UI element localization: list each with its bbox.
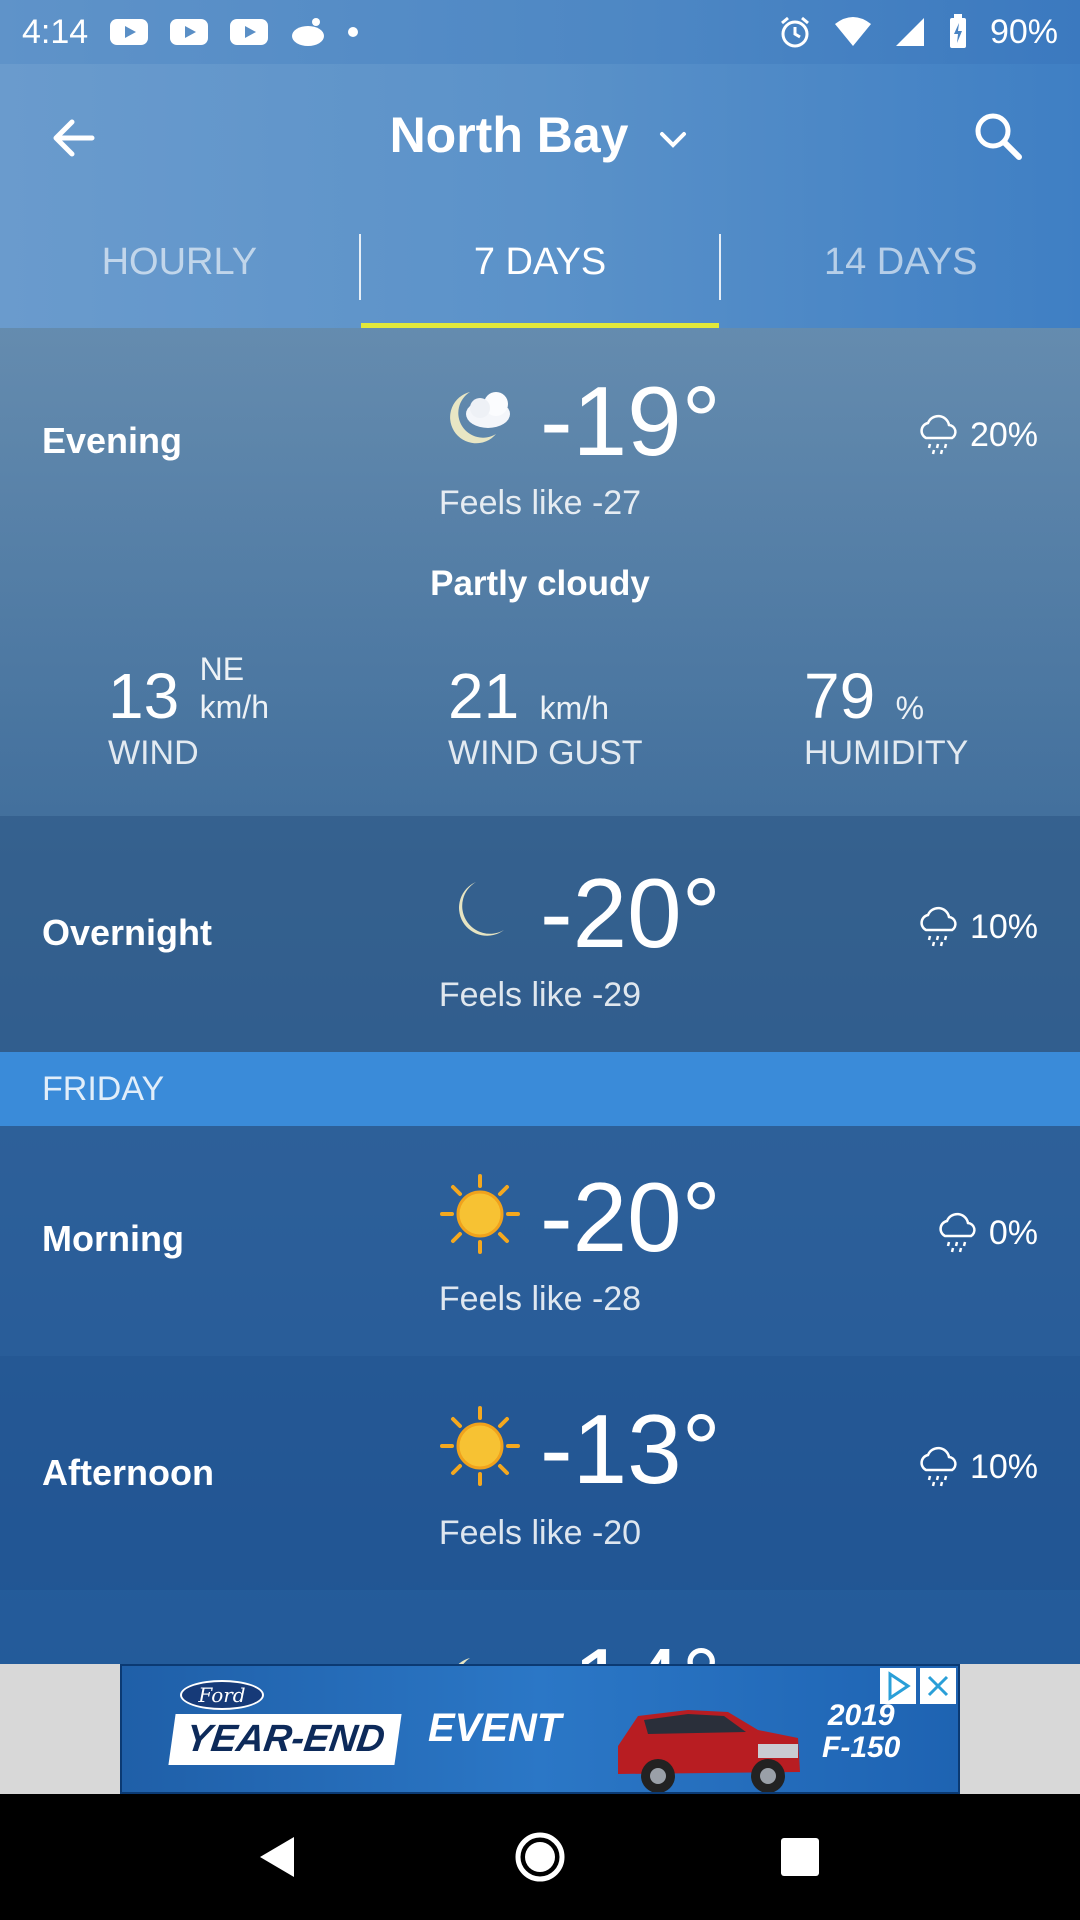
wifi-icon — [834, 17, 871, 46]
signal-icon — [895, 18, 924, 46]
period-name: Evening — [42, 420, 183, 461]
precipitation-chance: 0% — [935, 1212, 1038, 1254]
youtube-icon — [170, 19, 209, 45]
sun-icon — [440, 1174, 520, 1254]
app-header: North Bay HOURLY 7 DAYS 14 DAYS — [0, 64, 1080, 328]
moon-cloud-icon — [458, 1658, 470, 1664]
day-header: FRIDAY — [0, 1052, 1080, 1126]
feels-like: Feels like -27 — [438, 484, 642, 522]
wind-gust-stat: 21 km/h WIND GUST — [448, 650, 643, 773]
alarm-icon — [780, 16, 809, 48]
moon-cloud-icon — [450, 392, 510, 444]
feels-like: Feels like -28 — [438, 1280, 642, 1318]
ad-model: 2019 F-150 — [822, 1700, 900, 1764]
back-nav-icon[interactable] — [250, 1827, 310, 1887]
rain-cloud-icon — [920, 906, 957, 947]
tab-7-days[interactable]: 7 DAYS — [360, 210, 720, 328]
condition-text: Partly cloudy — [430, 564, 650, 603]
ad-close-icon[interactable] — [920, 1668, 956, 1704]
humidity-value: 79 — [804, 660, 876, 732]
wind-speed: 13 — [108, 660, 180, 732]
wind-stat: 13 NE km/h WIND — [108, 650, 269, 773]
location-name: North Bay — [389, 107, 629, 163]
rain-cloud-icon — [920, 1446, 957, 1487]
precipitation-chance: 20% — [916, 414, 1038, 456]
search-icon[interactable] — [970, 108, 1026, 164]
tab-hourly[interactable]: HOURLY — [0, 210, 359, 328]
forecast-period-afternoon[interactable]: Afternoon -13° Feels like -20 10% — [0, 1356, 1080, 1590]
forecast-period-evening[interactable]: Evening -19° Feels like -27 20% Partly c… — [0, 328, 1080, 816]
moon-icon — [459, 882, 504, 936]
precip-value: 0% — [988, 1213, 1038, 1252]
precip-value: 20% — [969, 415, 1038, 454]
youtube-icon — [110, 19, 149, 45]
sun-icon — [440, 1406, 520, 1486]
forecast-period-morning[interactable]: Morning -20° Feels like -28 0% — [0, 1126, 1080, 1356]
temperature: -19° — [540, 366, 721, 476]
battery-charging-icon — [949, 14, 966, 48]
temperature: -20° — [540, 1162, 721, 1272]
feels-like: Feels like -20 — [438, 1514, 642, 1552]
wind-unit: NE km/h — [200, 650, 269, 726]
notification-dot-icon — [348, 27, 359, 37]
period-name: Overnight — [42, 912, 213, 953]
tab-14-days[interactable]: 14 DAYS — [721, 210, 1080, 328]
gust-speed: 21 — [448, 660, 520, 732]
recents-nav-icon[interactable] — [770, 1827, 830, 1887]
period-name: Morning — [42, 1218, 184, 1259]
wind-label: WIND — [108, 734, 199, 772]
chevron-down-icon — [660, 131, 687, 148]
ford-logo: Ford — [180, 1680, 264, 1710]
ad-banner-area: Ford YEAR-END EVENT 2019 F-150 — [0, 1664, 1080, 1794]
forecast-tabs: HOURLY 7 DAYS 14 DAYS — [0, 210, 1080, 328]
ad-banner[interactable]: Ford YEAR-END EVENT 2019 F-150 — [120, 1664, 960, 1794]
forecast-period-overnight[interactable]: Overnight -20° Feels like -29 10% — [0, 816, 1080, 1052]
gust-label: WIND GUST — [448, 734, 643, 772]
system-nav-bar — [0, 1794, 1080, 1920]
temperature: -13° — [540, 1394, 721, 1504]
ad-event-text: EVENT — [428, 1706, 562, 1750]
ad-headline: YEAR-END — [168, 1714, 403, 1765]
feels-like: Feels like -29 — [438, 976, 642, 1014]
rain-cloud-icon — [939, 1212, 976, 1253]
ad-model-name: F-150 — [822, 1731, 901, 1764]
status-bar: 4:14 90% — [0, 0, 1080, 64]
humidity-label: HUMIDITY — [804, 734, 969, 772]
temperature: -14° — [540, 1634, 721, 1664]
wind-direction: NE — [199, 651, 245, 687]
gust-unit: km/h — [539, 690, 609, 726]
humidity-unit: % — [895, 690, 925, 726]
location-selector[interactable]: North Bay — [0, 106, 1080, 164]
wind-unit-text: km/h — [199, 689, 269, 725]
precip-value: 10% — [969, 907, 1038, 946]
battery-percent: 90% — [989, 12, 1058, 51]
adchoices-icon[interactable] — [880, 1668, 916, 1704]
precipitation-chance: 10% — [916, 906, 1038, 948]
home-nav-icon[interactable] — [510, 1827, 570, 1887]
forecast-period-evening-friday[interactable]: -14° — [0, 1590, 1080, 1664]
precipitation-chance: 10% — [916, 1446, 1038, 1488]
youtube-icon — [230, 19, 269, 45]
temperature: -20° — [540, 858, 721, 968]
status-time: 4:14 — [22, 12, 89, 51]
forecast-list[interactable]: Evening -19° Feels like -27 20% Partly c… — [0, 328, 1080, 1664]
precip-value: 10% — [969, 1447, 1038, 1486]
reddit-icon — [290, 18, 326, 46]
rain-cloud-icon — [920, 414, 957, 455]
period-name: Afternoon — [42, 1452, 214, 1493]
humidity-stat: 79 % HUMIDITY — [804, 650, 968, 773]
truck-image — [618, 1710, 800, 1792]
